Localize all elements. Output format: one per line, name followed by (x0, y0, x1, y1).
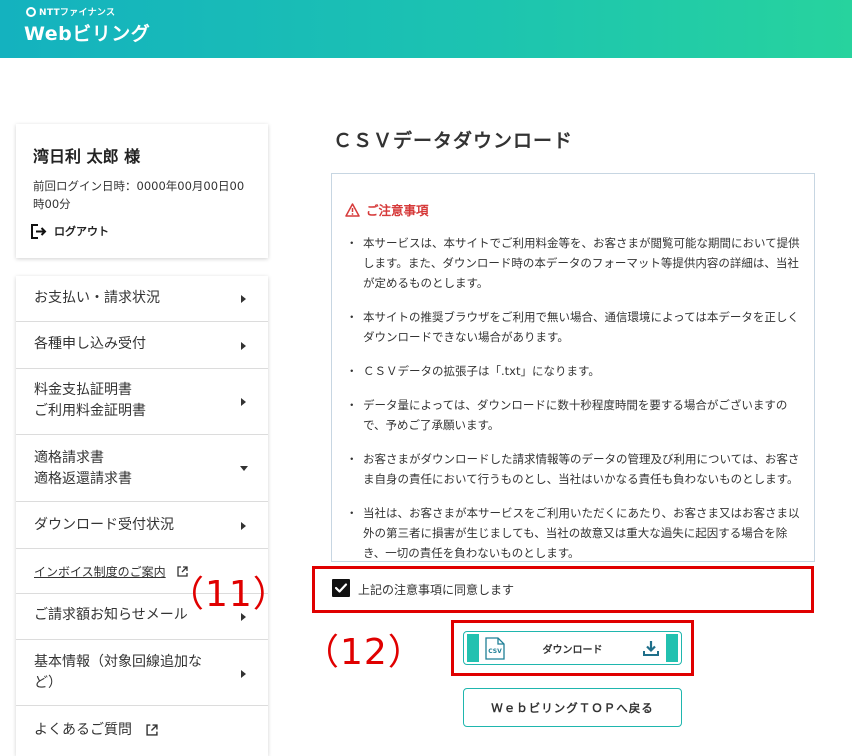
notice-item: ・ ＣＳＶデータの拡張子は「.txt」になります。 (346, 361, 806, 381)
bullet: ・ (346, 236, 358, 250)
download-label: ダウンロード (542, 644, 603, 656)
notice-item: ・本サービスは、本サイトでご利用料金等を、お客さまが閲覧可能な期間において提供し… (346, 233, 806, 293)
sidebar-item-basic-info[interactable]: 基本情報（対象回線追加な ど） (16, 640, 268, 706)
bullet: ・ (346, 452, 358, 466)
bullet: ・ (346, 506, 358, 520)
chevron-right-icon (241, 398, 246, 406)
download-icon (643, 641, 659, 656)
sidebar-item-label: 適格請求書 適格返還請求書 (34, 448, 132, 490)
chevron-right-icon (241, 342, 246, 350)
sidebar-item-label: よくあるご質問 (34, 722, 132, 738)
notice-header: ご注意事項 (345, 200, 429, 219)
csv-icon-text: CSV (488, 648, 502, 655)
warning-icon (345, 202, 360, 217)
sidebar-item-label: 料金支払証明書 ご利用料金証明書 (34, 380, 146, 422)
agree-highlight: 上記の注意事項に同意します (312, 566, 814, 613)
brand-small: NTTファイナンス (39, 8, 116, 18)
bullet: ・ (346, 364, 358, 378)
csv-file-icon: CSV (485, 637, 505, 660)
agree-checkbox[interactable] (332, 579, 350, 597)
logout-link[interactable]: ログアウト (31, 223, 109, 239)
page-title: ＣＳＶデータダウンロード (333, 130, 574, 152)
app-name[interactable]: Webビリング (24, 19, 150, 46)
button-accent-bar (666, 634, 678, 662)
download-button[interactable]: CSV ダウンロード (463, 631, 682, 665)
notice-text: ＣＳＶデータの拡張子は「.txt」になります。 (363, 364, 600, 378)
user-card: 湾日利 太郎 様 前回ログイン日時：0000年00月00日00時00分 ログアウ… (16, 124, 268, 258)
logout-label: ログアウト (54, 225, 109, 238)
sidebar-item-payment-status[interactable]: お支払い・請求状況 (16, 276, 268, 322)
logout-icon (31, 223, 47, 239)
label-line-1: 適格請求書 (34, 450, 104, 466)
sidebar-item-label: ダウンロード受付状況 (34, 517, 174, 533)
chevron-down-icon (240, 466, 248, 471)
chevron-right-icon (241, 670, 246, 678)
agree-label[interactable]: 上記の注意事項に同意します (358, 581, 514, 598)
notice-box: ご注意事項 ・本サービスは、本サイトでご利用料金等を、お客さまが閲覧可能な期間に… (331, 173, 815, 562)
annotation-marker-12: （12） (303, 632, 425, 673)
notice-text: お客さまがダウンロードした請求情報等のデータの管理及び利用については、お客さま自… (363, 452, 800, 486)
user-name: 湾日利 太郎 様 (33, 147, 141, 166)
sidebar-item-faq[interactable]: よくあるご質問 (16, 706, 268, 756)
sidebar-item-download-status[interactable]: ダウンロード受付状況 (16, 502, 268, 549)
ntt-finance-logo: NTTファイナンス (26, 5, 115, 18)
notice-text: 本サイトの推奨ブラウザをご利用で無い場合、通信環境によっては本データを正しくダウ… (363, 310, 799, 344)
chevron-right-icon (241, 295, 246, 303)
back-to-top-button[interactable]: ＷｅｂビリングＴＯＰへ戻る (463, 688, 682, 727)
button-accent-bar (467, 634, 479, 662)
label-line-2: ご利用料金証明書 (34, 403, 146, 419)
notice-title: ご注意事項 (366, 203, 429, 218)
notice-text: データ量によっては、ダウンロードに数十秒程度時間を要する場合がございますので、予… (363, 398, 788, 432)
label-line-2: ど） (34, 675, 62, 691)
label-line-2: 適格返還請求書 (34, 471, 132, 487)
notice-item: ・当社は、お客さまが本サービスをご利用いただくにあたり、お客さま又はお客さま以外… (346, 503, 806, 563)
sidebar-item-applications[interactable]: 各種申し込み受付 (16, 322, 268, 369)
sidebar-item-invoices[interactable]: 適格請求書 適格返還請求書 (16, 435, 268, 502)
notice-text: 当社は、お客さまが本サービスをご利用いただくにあたり、お客さま又はお客さま以外の… (363, 506, 800, 560)
app-header: NTTファイナンス Webビリング (0, 0, 852, 58)
sidebar-item-label: 基本情報（対象回線追加な ど） (34, 652, 202, 694)
notice-list: ・本サービスは、本サイトでご利用料金等を、お客さまが閲覧可能な期間において提供し… (346, 233, 806, 577)
bullet: ・ (346, 310, 358, 324)
checkmark-icon (334, 583, 348, 593)
label-line-1: 料金支払証明書 (34, 382, 132, 398)
external-link-icon (146, 724, 158, 736)
chevron-right-icon (241, 522, 246, 530)
sidebar-nav: お支払い・請求状況 各種申し込み受付 料金支払証明書 ご利用料金証明書 適格請求… (16, 276, 268, 756)
last-login: 前回ログイン日時：0000年00月00日00時00分 (33, 179, 245, 211)
sidebar-item-label: お支払い・請求状況 (34, 290, 160, 306)
sidebar-item-label: インボイス制度のご案内 (34, 565, 166, 579)
annotation-marker-11: （11） (168, 574, 290, 615)
sidebar-item-label: ご請求額お知らせメール (34, 607, 188, 623)
sidebar-item-label: 各種申し込み受付 (34, 336, 146, 352)
notice-text: 本サービスは、本サイトでご利用料金等を、お客さまが閲覧可能な期間において提供しま… (363, 236, 800, 290)
notice-item: ・データ量によっては、ダウンロードに数十秒程度時間を要する場合がございますので、… (346, 395, 806, 435)
ntt-logo-icon (26, 6, 36, 17)
bullet: ・ (346, 398, 358, 412)
notice-item: ・本サイトの推奨ブラウザをご利用で無い場合、通信環境によっては本データを正しくダ… (346, 307, 806, 347)
download-highlight: CSV ダウンロード (451, 620, 694, 676)
back-to-top-label: ＷｅｂビリングＴＯＰへ戻る (491, 700, 654, 715)
label-line-1: 基本情報（対象回線追加な (34, 654, 202, 670)
notice-item: ・お客さまがダウンロードした請求情報等のデータの管理及び利用については、お客さま… (346, 449, 806, 489)
sidebar-item-certificates[interactable]: 料金支払証明書 ご利用料金証明書 (16, 369, 268, 435)
